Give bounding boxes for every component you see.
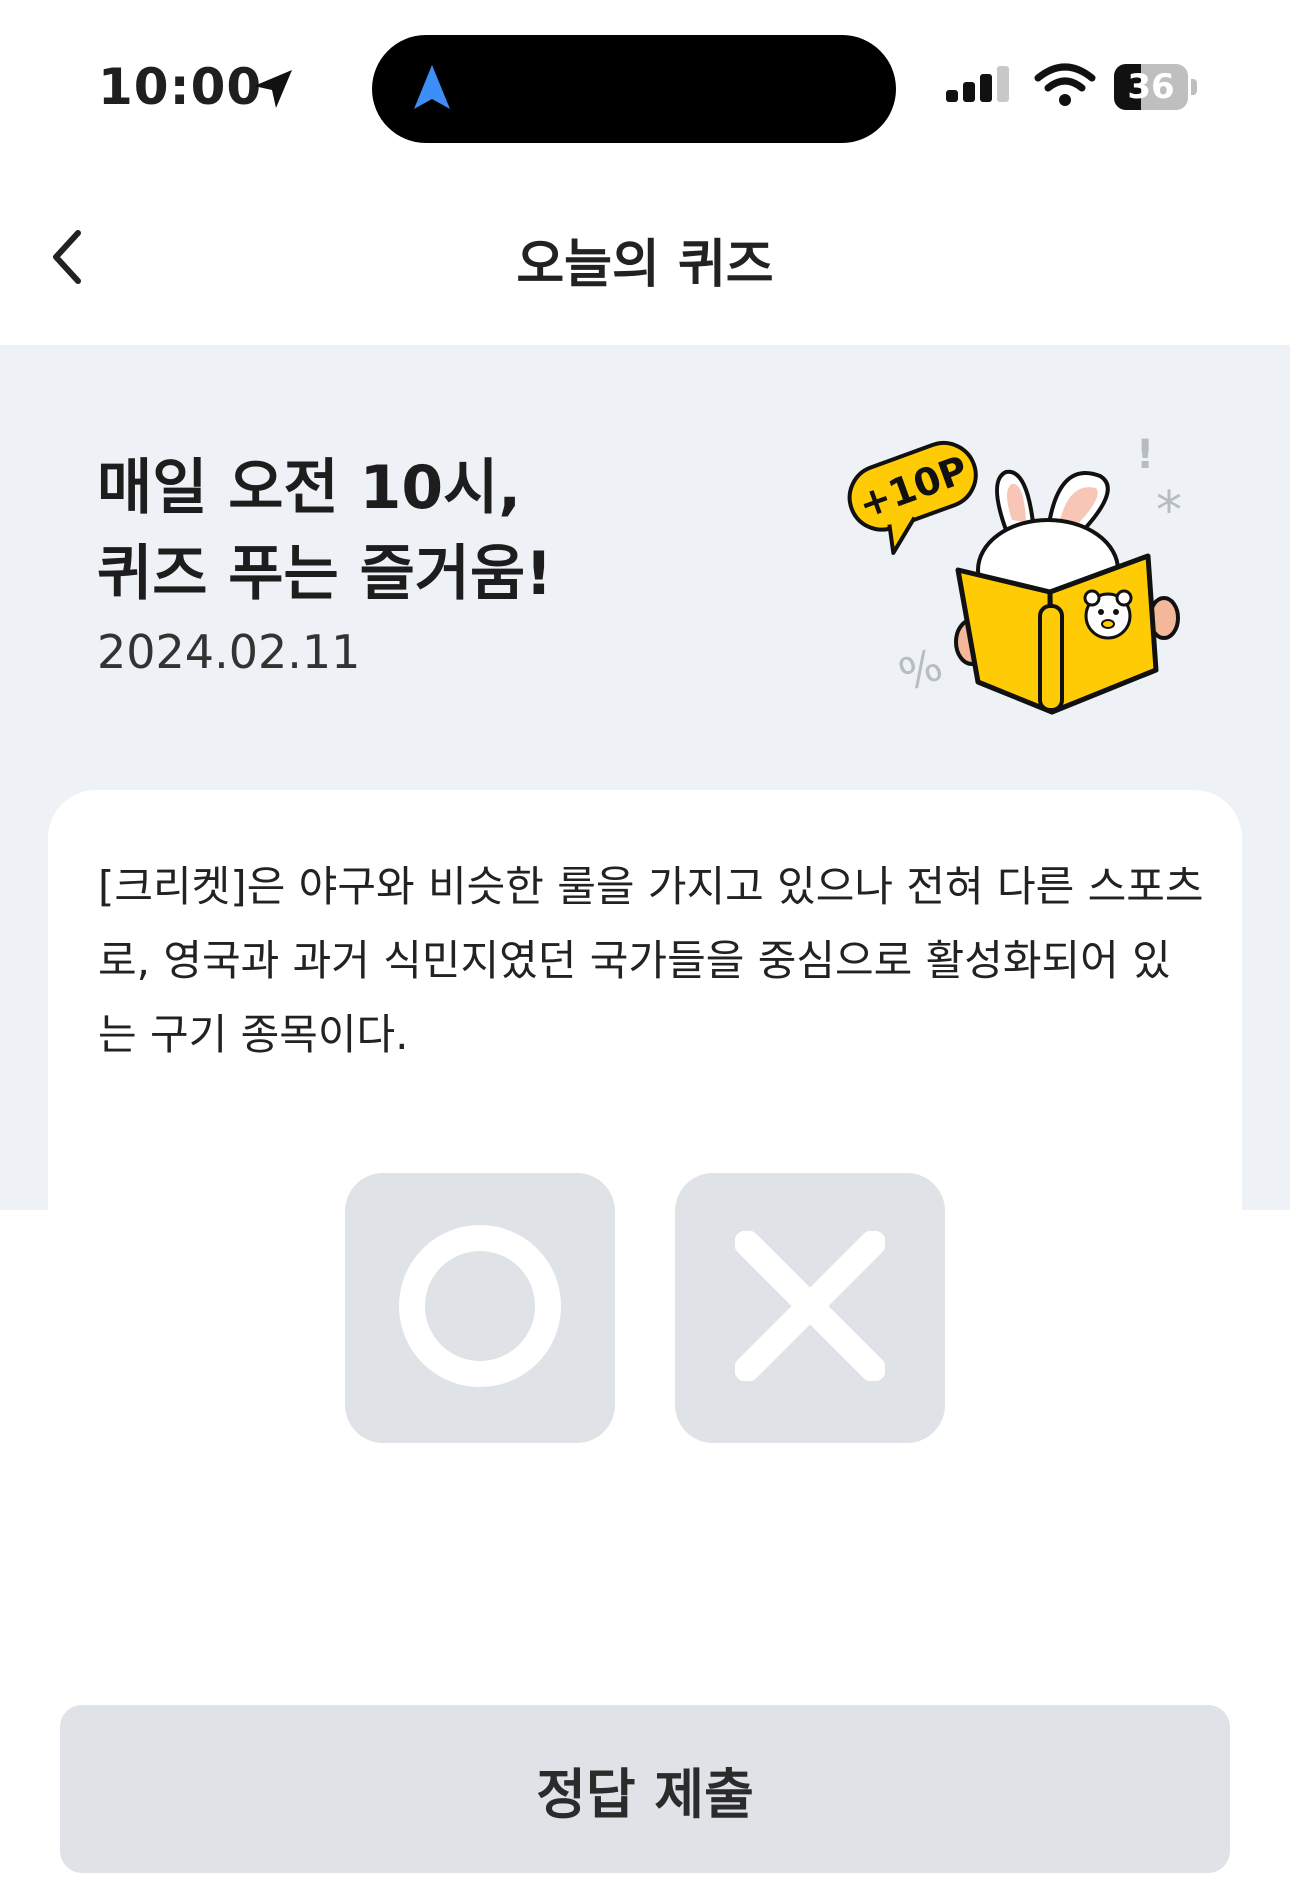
circle-o-icon <box>395 1221 565 1395</box>
quiz-question: [크리켓]은 야구와 비슷한 룰을 가지고 있으나 전혀 다른 스포츠로, 영국… <box>98 862 1204 1059</box>
nav-bar: 오늘의 퀴즈 <box>0 200 1290 320</box>
navigation-icon <box>412 63 452 117</box>
svg-text:*: * <box>1156 481 1182 541</box>
status-bar: 10:00 36 <box>0 0 1290 150</box>
answer-o-button[interactable] <box>345 1173 615 1443</box>
quiz-date: 2024.02.11 <box>97 625 361 679</box>
cellular-signal-icon <box>946 62 1016 112</box>
svg-text:!: ! <box>1136 432 1154 478</box>
answer-x-button[interactable] <box>675 1173 945 1443</box>
answer-options <box>345 1173 945 1443</box>
battery-icon: 36 <box>1114 64 1198 110</box>
quiz-card: [크리켓]은 야구와 비슷한 룰을 가지고 있으나 전혀 다른 스포츠로, 영국… <box>48 790 1242 1490</box>
dynamic-island <box>372 35 896 143</box>
hero-title: 매일 오전 10시, 퀴즈 푸는 즐거움! <box>97 445 553 617</box>
status-time: 10:00 <box>98 58 263 116</box>
submit-answer-button[interactable]: 정답 제출 <box>60 1705 1230 1873</box>
battery-label: 36 <box>1127 67 1175 107</box>
svg-text:%: % <box>892 639 949 701</box>
wifi-icon <box>1034 62 1096 112</box>
hero-title-line-1: 매일 오전 10시, <box>97 453 522 523</box>
hero-title-line-2: 퀴즈 푸는 즐거움! <box>97 539 553 609</box>
x-mark-icon <box>734 1230 886 1385</box>
rabbit-reading-book-illustration: ! * % +10P <box>838 420 1198 724</box>
location-arrow-icon <box>250 66 296 116</box>
page-title: 오늘의 퀴즈 <box>516 235 774 295</box>
